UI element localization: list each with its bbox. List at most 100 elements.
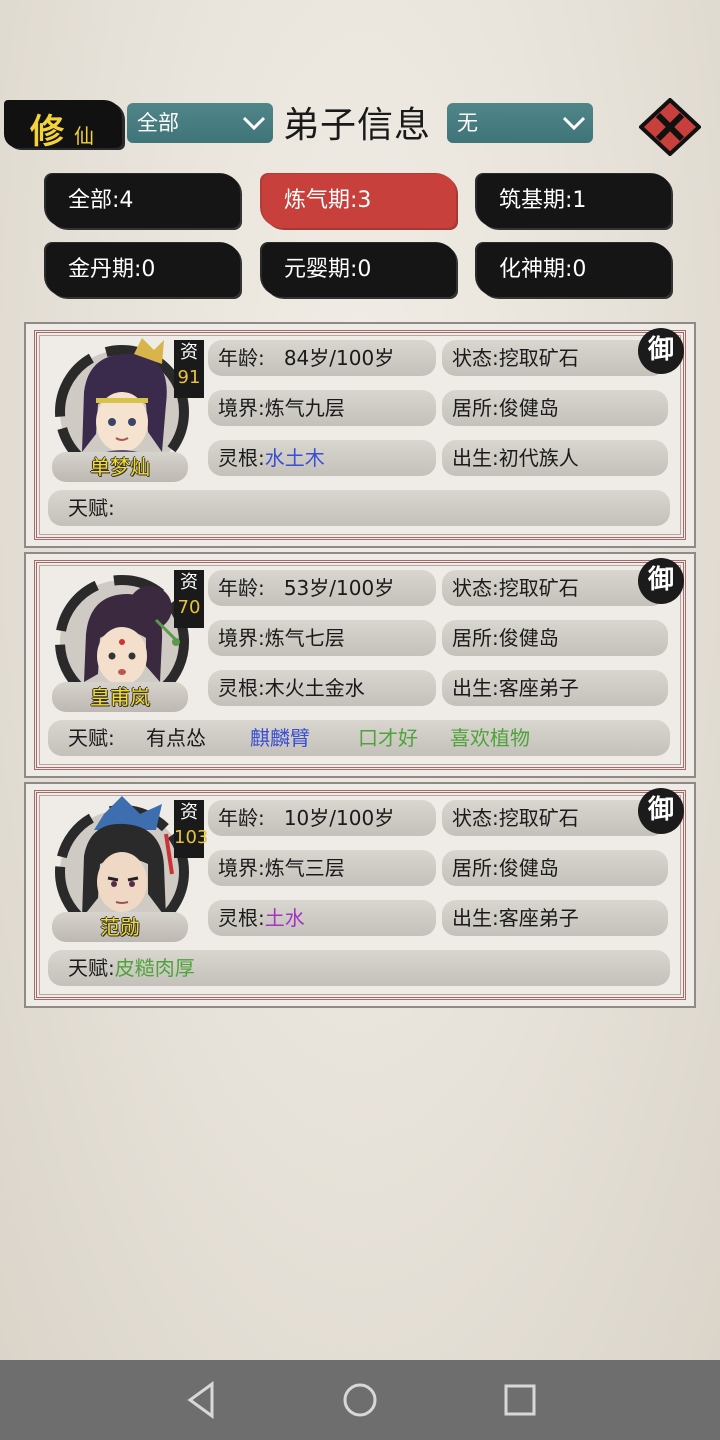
origin-value: 客座弟子 — [498, 906, 579, 930]
status-label: 状态: — [452, 346, 499, 370]
residence-field: 居所:俊健岛 — [442, 390, 668, 426]
origin-label: 出生: — [452, 446, 499, 470]
talent-field: 天赋: — [48, 490, 670, 526]
game-logo: 修 仙 — [4, 100, 122, 152]
recents-square-icon[interactable] — [500, 1380, 540, 1420]
realm-label: 境界: — [218, 396, 265, 420]
talent-tag: 有点怂 — [146, 726, 206, 750]
disciple-name: 单梦灿 — [52, 452, 188, 482]
residence-value: 俊健岛 — [498, 626, 559, 650]
chevron-down-icon — [242, 116, 266, 131]
tab-label: 全部:4 — [68, 188, 134, 213]
spirit-root-label: 灵根: — [218, 446, 265, 470]
origin-field: 出生:初代族人 — [442, 440, 668, 476]
home-circle-icon[interactable] — [340, 1380, 380, 1420]
realm-field: 境界:炼气九层 — [208, 390, 436, 426]
disciple-card[interactable]: 资 91 单梦灿 年龄: 84岁/100岁 状态:挖取矿石 境界:炼气九层 居所… — [24, 322, 696, 548]
realm-value: 炼气九层 — [264, 396, 345, 420]
age-field: 年龄: 10岁/100岁 — [208, 800, 436, 836]
aptitude-value: 70 — [177, 597, 201, 618]
talent-field: 天赋: 有点怂 麒麟臂 口才好 喜欢植物 — [48, 720, 670, 756]
tab-label: 炼气期:3 — [284, 188, 372, 213]
tab-golden-core[interactable]: 金丹期:0 — [46, 243, 240, 297]
secondary-filter-dropdown[interactable]: 无 — [447, 103, 593, 143]
header-bar: 修 仙 全部 弟子信息 无 — [0, 96, 720, 158]
talent-label: 天赋: — [68, 496, 115, 520]
spirit-root-value: 木火土金水 — [264, 676, 365, 700]
residence-value: 俊健岛 — [498, 856, 559, 880]
sect-filter-value: 全部 — [137, 111, 179, 135]
close-icon[interactable] — [639, 98, 701, 156]
spirit-root-field: 灵根:木火土金水 — [208, 670, 436, 706]
status-field: 状态:挖取矿石 — [442, 340, 666, 376]
origin-label: 出生: — [452, 906, 499, 930]
status-label: 状态: — [452, 806, 499, 830]
origin-field: 出生:客座弟子 — [442, 670, 668, 706]
aptitude-badge: 资 91 — [174, 340, 204, 398]
residence-field: 居所:俊健岛 — [442, 620, 668, 656]
origin-value: 客座弟子 — [498, 676, 579, 700]
status-value: 挖取矿石 — [498, 346, 579, 370]
spirit-root-label: 灵根: — [218, 676, 265, 700]
tab-deity-transformation[interactable]: 化神期:0 — [477, 243, 671, 297]
residence-label: 居所: — [452, 856, 499, 880]
spirit-root-value: 水土木 — [264, 446, 325, 470]
status-label: 状态: — [452, 576, 499, 600]
age-value: 10岁/100岁 — [283, 806, 395, 830]
back-triangle-icon[interactable] — [182, 1380, 222, 1420]
age-value: 84岁/100岁 — [283, 346, 395, 370]
tab-label: 筑基期:1 — [499, 188, 587, 213]
aptitude-label: 资 — [180, 342, 198, 363]
chevron-down-icon — [562, 116, 586, 131]
seal-icon[interactable]: 御 — [638, 328, 684, 374]
seal-icon[interactable]: 御 — [638, 788, 684, 834]
status-field: 状态:挖取矿石 — [442, 800, 666, 836]
age-label: 年龄: — [218, 576, 265, 600]
talent-tag: 皮糙肉厚 — [114, 956, 195, 980]
age-value: 53岁/100岁 — [283, 576, 395, 600]
status-value: 挖取矿石 — [498, 806, 579, 830]
aptitude-value: 91 — [177, 367, 201, 388]
aptitude-badge: 资 70 — [174, 570, 204, 628]
page-title: 弟子信息 — [283, 105, 432, 146]
disciple-card[interactable]: 资 70 皇甫岚 年龄: 53岁/100岁 状态:挖取矿石 境界:炼气七层 居所… — [24, 552, 696, 778]
aptitude-value: 103 — [174, 827, 209, 848]
aptitude-label: 资 — [180, 802, 198, 823]
tab-qi-refining[interactable]: 炼气期:3 — [262, 174, 456, 228]
disciple-name: 范勋 — [52, 912, 188, 942]
age-label: 年龄: — [218, 806, 265, 830]
realm-field: 境界:炼气三层 — [208, 850, 436, 886]
secondary-filter-value: 无 — [457, 111, 478, 135]
age-label: 年龄: — [218, 346, 265, 370]
talent-field: 天赋:皮糙肉厚 — [48, 950, 670, 986]
logo-sub-char: 仙 — [74, 124, 94, 148]
origin-value: 初代族人 — [498, 446, 579, 470]
talent-tag: 口才好 — [358, 726, 418, 750]
tab-all[interactable]: 全部:4 — [46, 174, 240, 228]
residence-label: 居所: — [452, 396, 499, 420]
talent-tag: 麒麟臂 — [250, 726, 310, 750]
seal-icon[interactable]: 御 — [638, 558, 684, 604]
tab-foundation[interactable]: 筑基期:1 — [477, 174, 671, 228]
origin-label: 出生: — [452, 676, 499, 700]
disciple-name: 皇甫岚 — [52, 682, 188, 712]
talent-tag: 喜欢植物 — [450, 726, 530, 750]
system-nav-bar — [0, 1360, 720, 1440]
tab-label: 化神期:0 — [499, 257, 587, 282]
spirit-root-field: 灵根:土水 — [208, 900, 436, 936]
sect-filter-dropdown[interactable]: 全部 — [127, 103, 273, 143]
residence-field: 居所:俊健岛 — [442, 850, 668, 886]
spirit-root-label: 灵根: — [218, 906, 265, 930]
disciple-card[interactable]: 资 103 范勋 年龄: 10岁/100岁 状态:挖取矿石 境界:炼气三层 居所… — [24, 782, 696, 1008]
age-field: 年龄: 84岁/100岁 — [208, 340, 436, 376]
realm-label: 境界: — [218, 626, 265, 650]
residence-value: 俊健岛 — [498, 396, 559, 420]
realm-field: 境界:炼气七层 — [208, 620, 436, 656]
talent-label: 天赋: — [68, 956, 115, 980]
residence-label: 居所: — [452, 626, 499, 650]
origin-field: 出生:客座弟子 — [442, 900, 668, 936]
realm-value: 炼气七层 — [264, 626, 345, 650]
spirit-root-field: 灵根:水土木 — [208, 440, 436, 476]
tab-nascent-soul[interactable]: 元婴期:0 — [262, 243, 456, 297]
status-field: 状态:挖取矿石 — [442, 570, 666, 606]
